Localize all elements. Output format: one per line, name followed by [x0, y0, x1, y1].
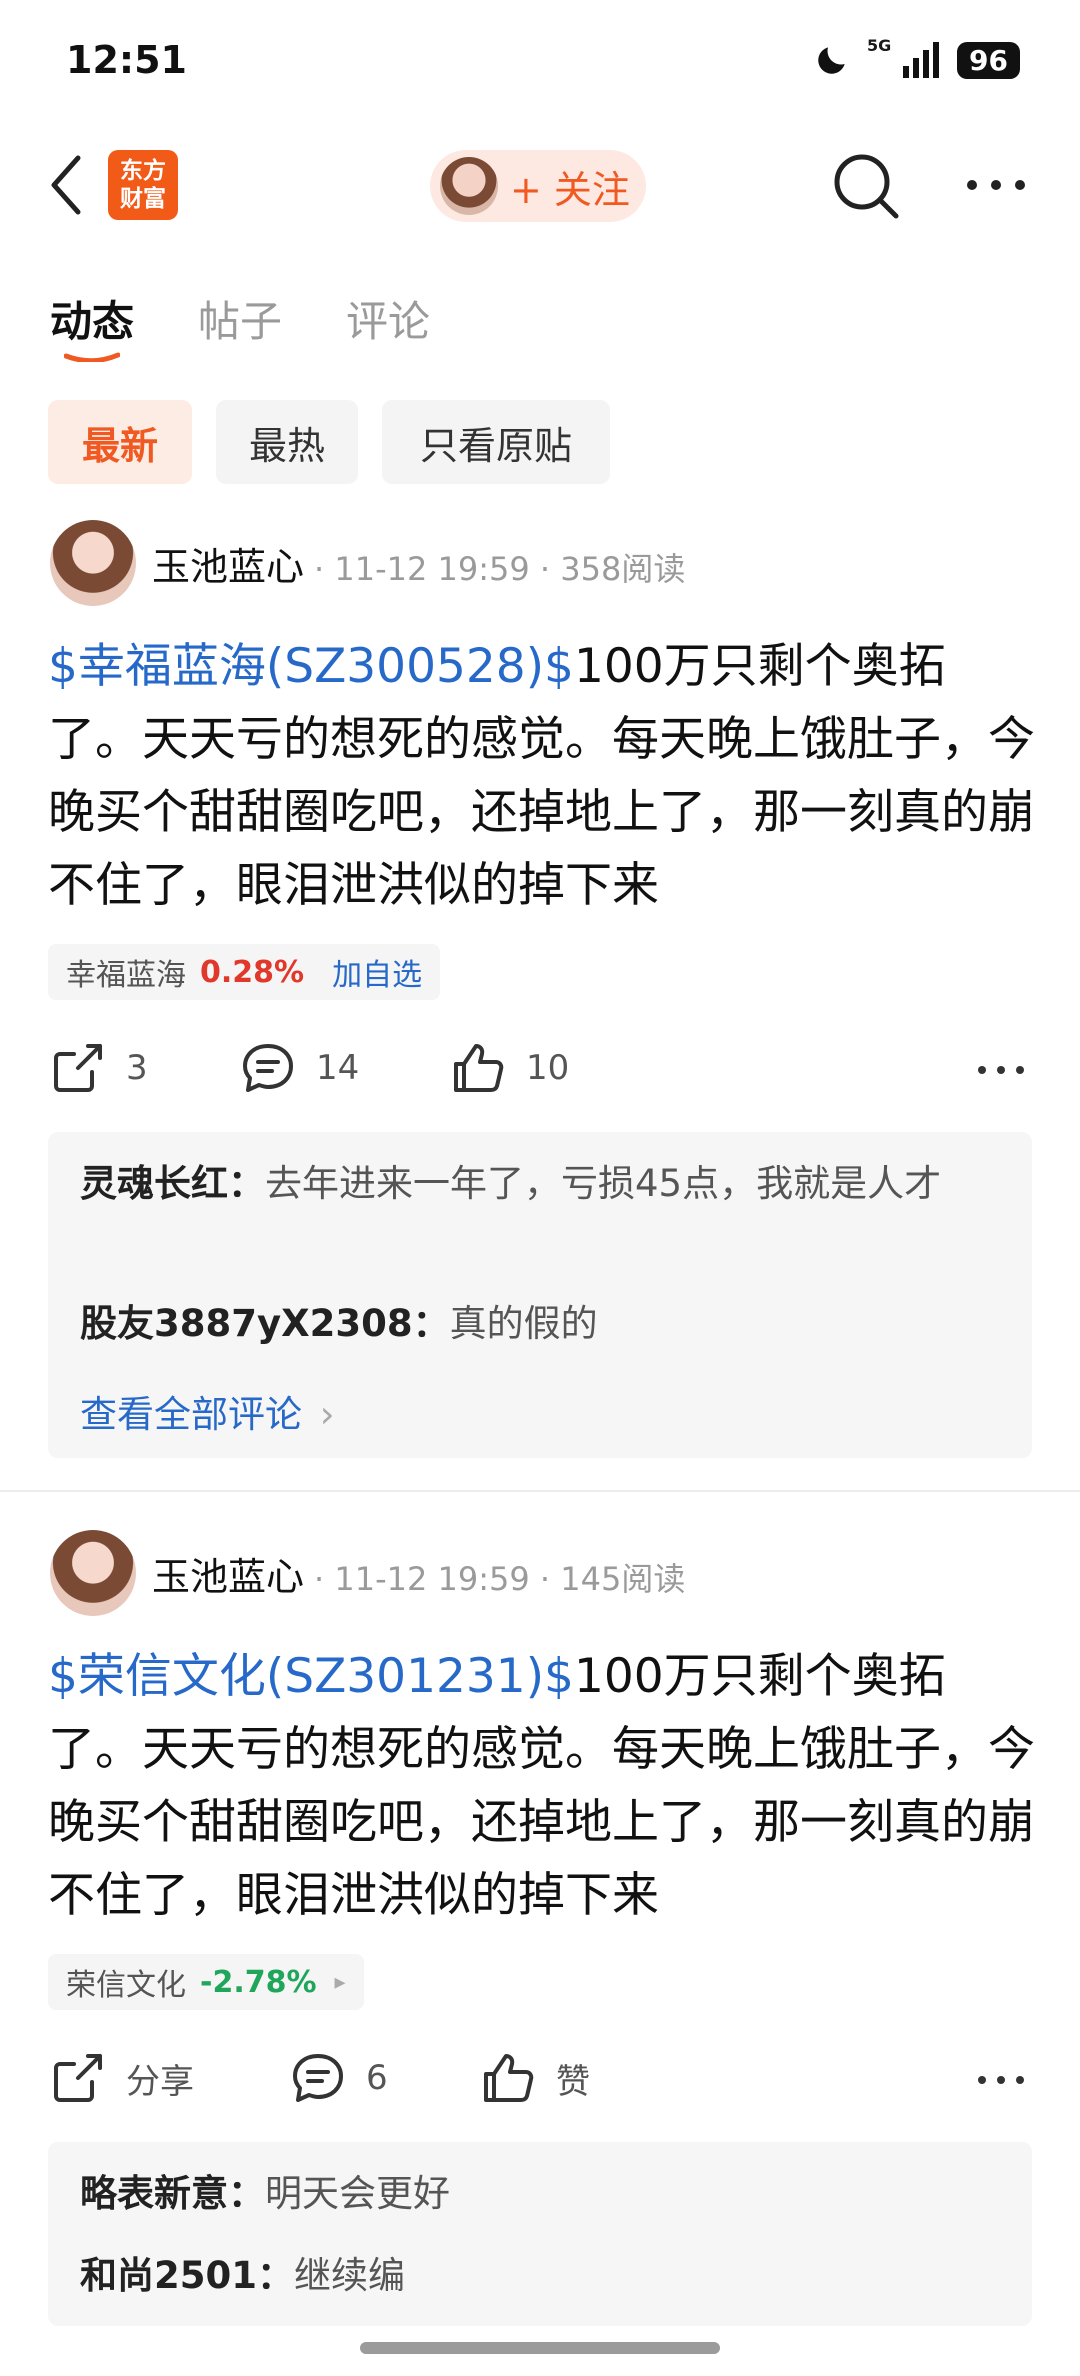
post-more-icon[interactable]: [976, 2070, 1026, 2090]
stock-change: -2.78%: [200, 1964, 317, 2000]
author-name[interactable]: 玉池蓝心: [152, 1546, 304, 1601]
share-label: 分享: [126, 2061, 194, 2102]
view-all-label: 查看全部评论: [80, 1393, 302, 1436]
divider: [0, 1490, 1080, 1492]
back-icon[interactable]: [44, 150, 88, 220]
tab-comments[interactable]: 评论: [346, 288, 430, 349]
comment-button[interactable]: 6: [290, 2050, 388, 2106]
comment-count: 14: [316, 1048, 360, 1088]
filter-hot[interactable]: 最热: [216, 400, 358, 484]
avatar: [440, 157, 498, 215]
post-header: 玉池蓝心 · 11-12 19:59 · 145阅读: [152, 1546, 685, 1601]
author-name[interactable]: 玉池蓝心: [152, 536, 304, 591]
battery-indicator: 96: [957, 41, 1020, 79]
avatar[interactable]: [50, 520, 136, 606]
thumbs-up-icon: [454, 1044, 504, 1092]
reply-user[interactable]: 灵魂长红：: [80, 1162, 265, 1205]
reply-text: 真的假的: [449, 1302, 598, 1345]
post-header: 玉池蓝心 · 11-12 19:59 · 358阅读: [152, 536, 685, 591]
share-icon: [54, 2054, 102, 2102]
stock-tag-link[interactable]: $荣信文化(SZ301231)$: [48, 1649, 574, 1704]
status-time: 12:51: [66, 38, 187, 82]
share-count: 3: [126, 1048, 148, 1088]
like-button[interactable]: 赞: [480, 2050, 590, 2106]
stock-chip[interactable]: 荣信文化 -2.78% ▸: [48, 1954, 364, 2010]
search-icon[interactable]: [830, 150, 902, 222]
more-icon[interactable]: [964, 170, 1028, 200]
filter-original-only[interactable]: 只看原贴: [382, 400, 610, 484]
tab-posts[interactable]: 帖子: [198, 288, 282, 349]
status-icons: 5G 96: [813, 36, 1020, 80]
reply-text: 明天会更好: [265, 2172, 450, 2215]
follow-button[interactable]: + 关注: [430, 150, 646, 222]
post-meta: · 11-12 19:59 · 358阅读: [314, 550, 686, 588]
post-body[interactable]: $幸福蓝海(SZ300528)$100万只剩个奥拓了。天天亏的想死的感觉。每天晚…: [48, 630, 1038, 922]
like-label: 赞: [556, 2061, 590, 2102]
comment-preview: 略表新意：明天会更好 和尚2501：继续编: [48, 2142, 1032, 2326]
comment-count: 6: [366, 2058, 388, 2098]
filter-latest[interactable]: 最新: [48, 400, 192, 484]
tab-dynamic[interactable]: 动态: [50, 288, 134, 349]
reply-text: 继续编: [293, 2254, 405, 2297]
logo-line1: 东方: [120, 158, 166, 184]
share-icon: [54, 1044, 102, 1092]
like-count: 10: [526, 1048, 570, 1088]
share-button[interactable]: 3: [50, 1040, 148, 1096]
stock-chip[interactable]: 幸福蓝海 0.28% 加自选: [48, 944, 441, 1000]
post-more-icon[interactable]: [976, 1060, 1026, 1080]
stock-name: 荣信文化: [66, 1968, 186, 2003]
view-all-comments-link[interactable]: 查看全部评论 ›: [80, 1384, 335, 1438]
reply-item[interactable]: 股友3887yX2308：真的假的: [80, 1294, 1004, 1354]
reply-item[interactable]: 和尚2501：继续编: [80, 2246, 1004, 2306]
add-watchlist-button[interactable]: 加自选: [332, 950, 422, 994]
thumbs-up-icon: [484, 2054, 534, 2102]
stock-name: 幸福蓝海: [66, 958, 186, 993]
network-label: 5G: [867, 36, 892, 55]
chevron-right-icon: ›: [319, 1393, 335, 1436]
reply-item[interactable]: 灵魂长红：去年进来一年了，亏损45点，我就是人才: [80, 1154, 1004, 1214]
comment-preview: 灵魂长红：去年进来一年了，亏损45点，我就是人才 股友3887yX2308：真的…: [48, 1132, 1032, 1458]
moon-icon: [818, 47, 845, 74]
reply-user[interactable]: 略表新意：: [80, 2172, 265, 2215]
app-logo: 东方 财富: [108, 150, 178, 220]
post-meta: · 11-12 19:59 · 145阅读: [314, 1560, 686, 1598]
logo-line2: 财富: [120, 186, 166, 212]
tab-indicator: [64, 352, 120, 362]
post-body[interactable]: $荣信文化(SZ301231)$100万只剩个奥拓了。天天亏的想死的感觉。每天晚…: [48, 1640, 1038, 1932]
reply-item[interactable]: 略表新意：明天会更好: [80, 2164, 1004, 2224]
reply-user[interactable]: 和尚2501：: [80, 2254, 294, 2297]
follow-label: + 关注: [510, 167, 630, 212]
reply-user[interactable]: 股友3887yX2308：: [80, 1302, 450, 1345]
comment-button[interactable]: 14: [240, 1040, 359, 1096]
home-indicator[interactable]: [360, 2342, 720, 2354]
share-button[interactable]: 分享: [50, 2050, 194, 2106]
signal-icon: 5G: [867, 36, 940, 78]
avatar[interactable]: [50, 1530, 136, 1616]
stock-change: 0.28%: [200, 954, 305, 990]
like-button[interactable]: 10: [450, 1040, 569, 1096]
comment-icon: [293, 2054, 343, 2102]
comment-icon: [243, 1044, 293, 1092]
stock-tag-link[interactable]: $幸福蓝海(SZ300528)$: [48, 639, 574, 694]
reply-text: 去年进来一年了，亏损45点，我就是人才: [265, 1162, 942, 1205]
caret-right-icon: ▸: [334, 1969, 346, 1995]
